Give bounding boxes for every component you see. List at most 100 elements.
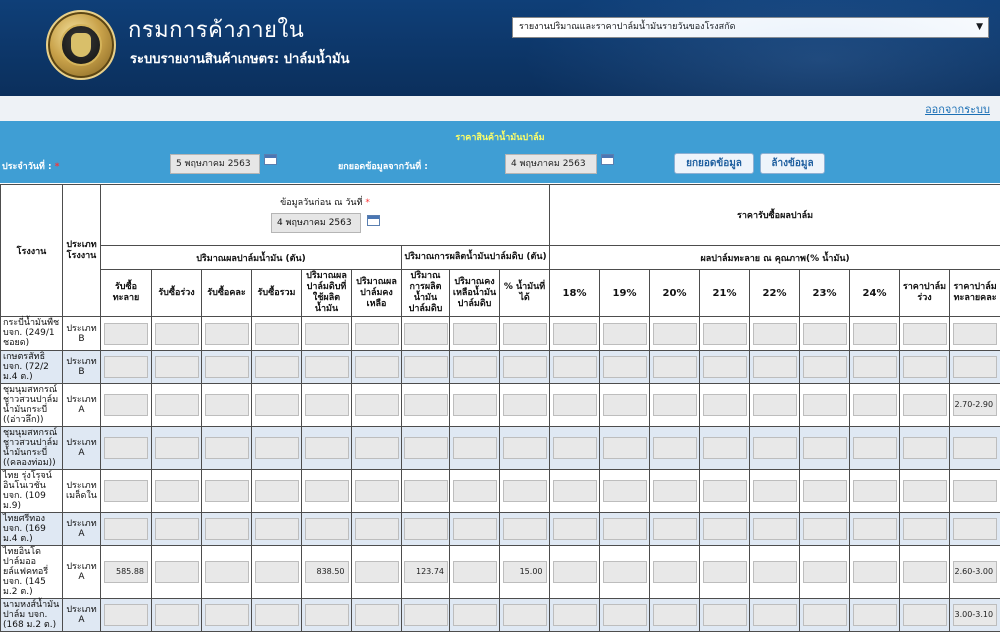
value-input[interactable]: [553, 480, 597, 502]
value-input[interactable]: [703, 394, 747, 416]
value-input[interactable]: [653, 394, 697, 416]
value-input[interactable]: [653, 561, 697, 583]
value-input[interactable]: [653, 437, 697, 459]
value-input[interactable]: [903, 437, 947, 459]
value-input[interactable]: [603, 518, 647, 540]
value-input[interactable]: [155, 394, 199, 416]
value-input[interactable]: [104, 518, 148, 540]
value-input[interactable]: 585.88: [104, 561, 148, 583]
value-input[interactable]: [853, 356, 897, 378]
value-input[interactable]: [355, 323, 399, 345]
value-input[interactable]: [803, 323, 847, 345]
value-input[interactable]: [553, 518, 597, 540]
value-input[interactable]: [753, 518, 797, 540]
value-input[interactable]: [753, 561, 797, 583]
value-input[interactable]: [803, 437, 847, 459]
value-input[interactable]: [255, 323, 299, 345]
value-input[interactable]: [853, 604, 897, 626]
value-input[interactable]: [603, 561, 647, 583]
value-input[interactable]: [305, 323, 349, 345]
value-input[interactable]: [503, 323, 547, 345]
value-input[interactable]: [853, 480, 897, 502]
value-input[interactable]: [255, 518, 299, 540]
value-input[interactable]: [453, 437, 497, 459]
value-input[interactable]: [853, 518, 897, 540]
value-input[interactable]: 15.00: [503, 561, 547, 583]
value-input[interactable]: [305, 356, 349, 378]
carry-data-button[interactable]: ยกยอดข้อมูล: [674, 153, 754, 174]
value-input[interactable]: [753, 394, 797, 416]
value-input[interactable]: 123.74: [404, 561, 448, 583]
value-input[interactable]: [404, 437, 448, 459]
value-input[interactable]: [553, 561, 597, 583]
value-input[interactable]: [155, 480, 199, 502]
value-input[interactable]: [703, 604, 747, 626]
value-input[interactable]: [803, 604, 847, 626]
value-input[interactable]: [653, 518, 697, 540]
value-input[interactable]: [653, 323, 697, 345]
calendar-icon[interactable]: [367, 215, 380, 226]
value-input[interactable]: [305, 604, 349, 626]
value-input[interactable]: [753, 437, 797, 459]
value-input[interactable]: [404, 356, 448, 378]
value-input[interactable]: [903, 518, 947, 540]
value-input[interactable]: [603, 437, 647, 459]
value-input[interactable]: [903, 394, 947, 416]
value-input[interactable]: [453, 480, 497, 502]
value-input[interactable]: [503, 437, 547, 459]
value-input[interactable]: [355, 394, 399, 416]
value-input[interactable]: [803, 394, 847, 416]
value-input[interactable]: [503, 604, 547, 626]
value-input[interactable]: [453, 356, 497, 378]
value-input[interactable]: [703, 480, 747, 502]
value-input[interactable]: [453, 323, 497, 345]
carry-date-field[interactable]: 4 พฤษภาคม 2563: [505, 154, 597, 174]
value-input[interactable]: [503, 480, 547, 502]
value-input[interactable]: [355, 604, 399, 626]
value-input[interactable]: [453, 604, 497, 626]
value-input[interactable]: [305, 394, 349, 416]
value-input[interactable]: [104, 394, 148, 416]
value-input[interactable]: [803, 561, 847, 583]
calendar-icon[interactable]: [264, 154, 277, 165]
value-input[interactable]: [953, 356, 997, 378]
report-select[interactable]: รายงานปริมาณและราคาปาล์มน้ำมันรายวันของโ…: [512, 17, 989, 38]
value-input[interactable]: [404, 518, 448, 540]
value-input[interactable]: [305, 437, 349, 459]
value-input[interactable]: [155, 518, 199, 540]
value-input[interactable]: [453, 518, 497, 540]
value-input[interactable]: [553, 394, 597, 416]
value-input[interactable]: [104, 437, 148, 459]
value-input[interactable]: [603, 394, 647, 416]
logout-link[interactable]: ออกจากระบบ: [925, 100, 990, 118]
value-input[interactable]: [603, 356, 647, 378]
value-input[interactable]: 3.00-3.10: [953, 604, 997, 626]
value-input[interactable]: [953, 437, 997, 459]
value-input[interactable]: [355, 518, 399, 540]
value-input[interactable]: [953, 480, 997, 502]
value-input[interactable]: [903, 480, 947, 502]
value-input[interactable]: [603, 480, 647, 502]
value-input[interactable]: [553, 323, 597, 345]
value-input[interactable]: [205, 604, 249, 626]
value-input[interactable]: [155, 437, 199, 459]
value-input[interactable]: [205, 394, 249, 416]
value-input[interactable]: [104, 356, 148, 378]
value-input[interactable]: [703, 323, 747, 345]
value-input[interactable]: [853, 323, 897, 345]
value-input[interactable]: [255, 480, 299, 502]
value-input[interactable]: [155, 604, 199, 626]
value-input[interactable]: [503, 518, 547, 540]
value-input[interactable]: [553, 356, 597, 378]
value-input[interactable]: [853, 437, 897, 459]
value-input[interactable]: [603, 604, 647, 626]
value-input[interactable]: [205, 437, 249, 459]
value-input[interactable]: [155, 323, 199, 345]
value-input[interactable]: [903, 323, 947, 345]
value-input[interactable]: [903, 356, 947, 378]
value-input[interactable]: [753, 480, 797, 502]
value-input[interactable]: [903, 561, 947, 583]
value-input[interactable]: [703, 518, 747, 540]
value-input[interactable]: [255, 356, 299, 378]
value-input[interactable]: [903, 604, 947, 626]
